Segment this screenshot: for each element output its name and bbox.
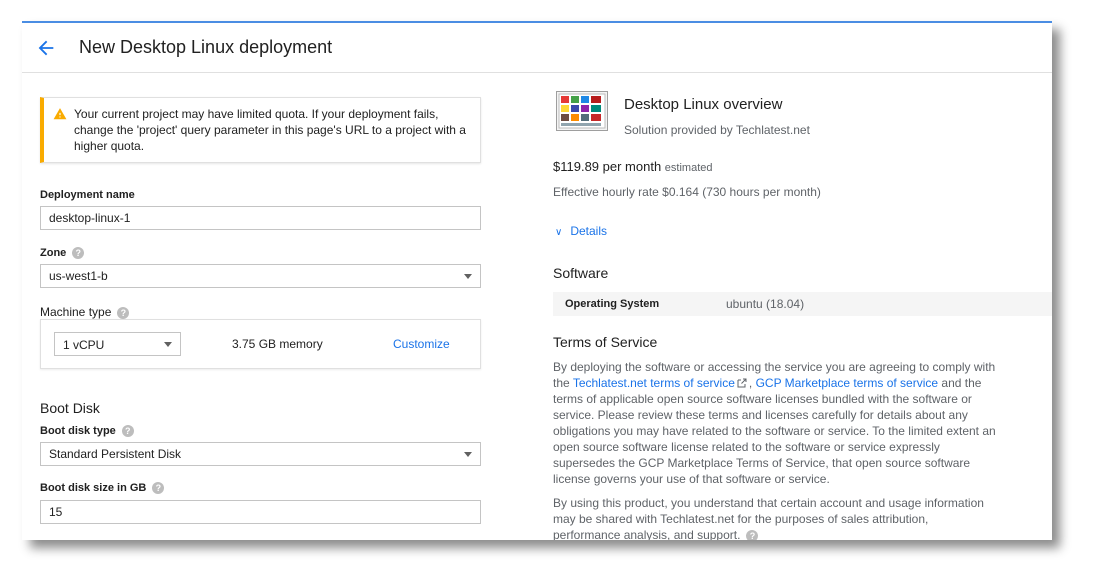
boot-disk-type-help-icon[interactable]: ? [121,425,134,438]
usage-info-paragraph: By using this product, you understand th… [553,495,998,540]
overview-title: Desktop Linux overview [624,96,783,113]
zone-label-text: Zone [40,247,67,259]
vcpu-select-value: 1 vCPU [63,338,105,352]
boot-disk-type-select[interactable]: Standard Persistent Disk [40,442,481,466]
details-toggle[interactable]: ∨ Details [555,224,607,238]
boot-disk-size-label: Boot disk size in GB? [40,482,165,495]
customize-link[interactable]: Customize [393,337,450,351]
machine-type-help-icon[interactable]: ? [117,306,130,319]
zone-label: Zone? [40,247,85,260]
tos-paragraph: By deploying the software or accessing t… [553,359,998,487]
desktop-linux-logo-icon [556,91,608,131]
alert-message: Your current project may have limited qu… [74,107,466,153]
provider-text: Solution provided by Techlatest.net [624,123,810,137]
deployment-window: New Desktop Linux deployment Your curren… [22,21,1052,540]
deployment-name-input[interactable]: desktop-linux-1 [40,206,481,230]
zone-select[interactable]: us-west1-b [40,264,481,288]
page-title: New Desktop Linux deployment [79,37,333,57]
machine-type-panel: 1 vCPU 3.75 GB memory Customize [40,319,481,369]
memory-text: 3.75 GB memory [232,337,323,351]
machine-type-label: Machine type? [40,305,130,319]
chevron-down-icon: ∨ [555,227,563,238]
boot-disk-type-label-text: Boot disk type [40,425,116,437]
warning-icon [53,108,67,120]
boot-disk-type-value: Standard Persistent Disk [49,447,182,461]
machine-type-label-text: Machine type [40,305,112,319]
price-note: estimated [664,162,713,174]
tos-title: Terms of Service [553,334,658,350]
boot-disk-size-help-icon[interactable]: ? [152,482,165,495]
chevron-down-icon [464,274,472,279]
usage-info-text: By using this product, you understand th… [553,496,984,540]
tos-text-after: and the terms of applicable open source … [553,376,996,486]
zone-help-icon[interactable]: ? [72,247,85,260]
boot-disk-type-label: Boot disk type? [40,425,134,438]
boot-disk-size-input[interactable]: 15 [40,500,481,524]
monthly-price: $119.89 per month estimated [553,159,713,174]
hourly-rate: Effective hourly rate $0.164 (730 hours … [553,185,821,199]
usage-help-icon[interactable]: ? [746,529,759,540]
software-row: Operating System ubuntu (18.04) [553,292,1052,316]
vcpu-select[interactable]: 1 vCPU [54,332,181,356]
boot-disk-size-label-text: Boot disk size in GB [40,482,147,494]
external-link-icon [737,378,747,388]
gcp-tos-link[interactable]: GCP Marketplace terms of service [756,376,939,390]
zone-select-value: us-west1-b [49,269,108,283]
chevron-down-icon [464,452,472,457]
techlatest-tos-link[interactable]: Techlatest.net terms of service [573,376,735,390]
software-value: ubuntu (18.04) [726,297,805,311]
back-arrow-icon[interactable] [35,37,57,59]
software-title: Software [553,265,609,281]
boot-disk-title: Boot Disk [40,400,100,416]
quota-warning-alert: Your current project may have limited qu… [40,97,481,163]
tos-separator: , [748,376,756,390]
chevron-down-icon [164,342,172,347]
deployment-name-label: Deployment name [40,189,135,201]
price-value: $119.89 per month [553,159,662,174]
details-label: Details [570,224,608,238]
page-header: New Desktop Linux deployment [22,23,1052,73]
software-key: Operating System [565,298,660,310]
